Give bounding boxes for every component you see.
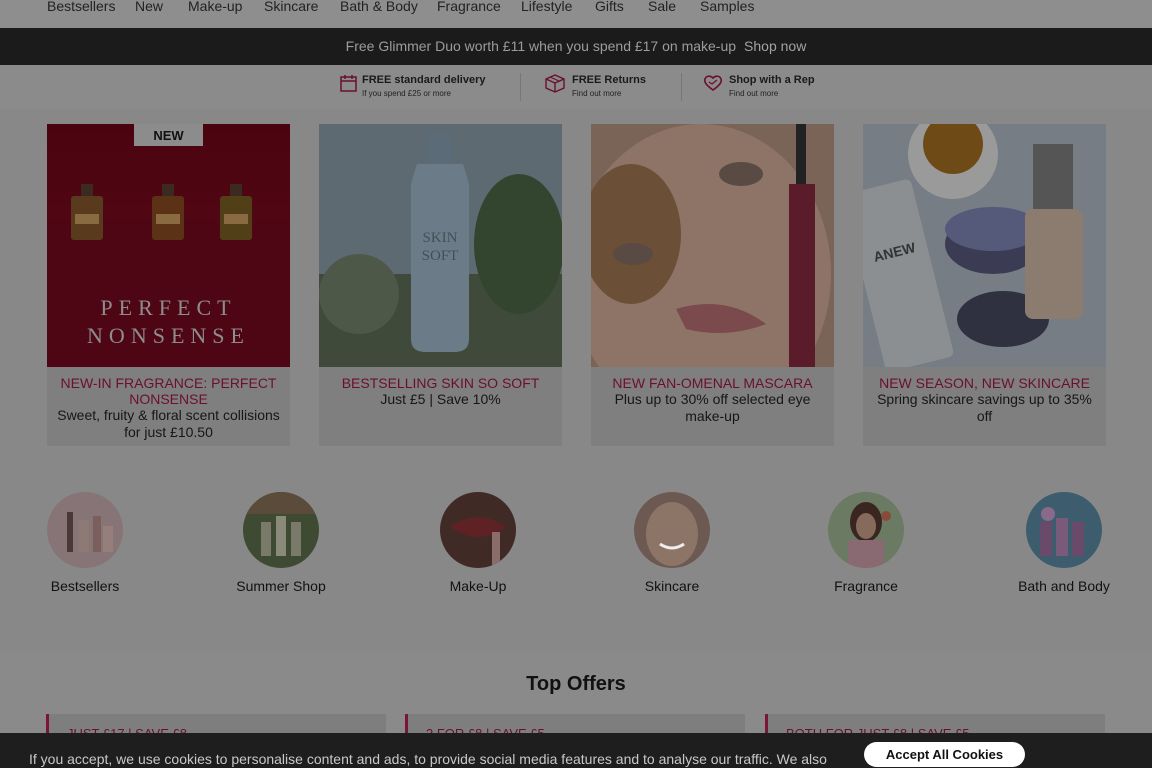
nav-item-lifestyle[interactable]: Lifestyle xyxy=(521,0,572,14)
category-image xyxy=(243,492,319,568)
category-label: Skincare xyxy=(644,578,700,594)
card-subtitle: Spring skincare savings up to 35% off xyxy=(877,391,1092,424)
nav-item-sale[interactable]: Sale xyxy=(648,0,676,14)
category-label: Summer Shop xyxy=(236,578,326,594)
nav-item-bath-body[interactable]: Bath & Body xyxy=(340,0,418,14)
accept-all-cookies-button[interactable]: Accept All Cookies xyxy=(864,742,1025,767)
category-label: Bath and Body xyxy=(1018,578,1110,594)
nav-item-skincare[interactable]: Skincare xyxy=(264,0,318,14)
category-label: Fragrance xyxy=(834,578,898,594)
promo-card-fragrance[interactable]: NEW PERFECT NONSENSE NEW-IN FRAGRANCE: P… xyxy=(47,124,290,446)
category-image xyxy=(440,492,516,568)
category-image xyxy=(1026,492,1102,568)
promo-card-skin-so-soft[interactable]: SKIN SOFT BESTSELLING SKIN SO SOFT Just … xyxy=(319,124,562,446)
usp-bar: FREE standard delivery If you spend £25 … xyxy=(0,65,1152,109)
card-title: BESTSELLING SKIN SO SOFT xyxy=(341,375,540,391)
category-label: Make-Up xyxy=(449,578,507,594)
category-image xyxy=(47,492,123,568)
usp-rep-title: Shop with a Rep xyxy=(729,74,815,86)
calendar-icon xyxy=(340,75,357,92)
card-image-mascara xyxy=(591,124,834,367)
usp-returns-sub: Find out more xyxy=(572,89,622,98)
promo-text: Free Glimmer Duo worth £11 when you spen… xyxy=(345,38,737,54)
card-image-skin-so-soft: SKIN SOFT xyxy=(319,124,562,367)
card-badge-new: NEW xyxy=(153,128,184,143)
nav-item-bestsellers[interactable]: Bestsellers xyxy=(47,0,115,14)
cookie-banner: If you accept, we use cookies to persona… xyxy=(0,733,1152,768)
usp-divider xyxy=(681,73,682,101)
category-label: Bestsellers xyxy=(50,578,120,594)
promo-banner: Free Glimmer Duo worth £11 when you spen… xyxy=(0,28,1152,65)
usp-delivery-sub: If you spend £25 or more xyxy=(362,89,451,98)
box-icon xyxy=(545,74,565,93)
nav-item-new[interactable]: New xyxy=(135,0,163,14)
card-title: NEW SEASON, NEW SKINCARE xyxy=(879,375,1090,391)
card-title: NEW-IN FRAGRANCE: PERFECT NONSENSE xyxy=(60,375,277,407)
top-offers-heading: Top Offers xyxy=(526,673,626,695)
usp-returns-title: FREE Returns xyxy=(572,74,646,86)
nav-item-fragrance[interactable]: Fragrance xyxy=(437,0,501,14)
category-image xyxy=(828,492,904,568)
nav-item-gifts[interactable]: Gifts xyxy=(595,0,624,14)
card-subtitle: Plus up to 30% off selected eye make-up xyxy=(614,391,811,424)
card-image-skincare: ANEW xyxy=(863,124,1106,367)
top-nav: Bestsellers New Make-up Skincare Bath & … xyxy=(0,0,1152,28)
heart-icon xyxy=(703,75,723,91)
card-overlay-text: SKIN SOFT xyxy=(421,230,459,264)
usp-delivery-title: FREE standard delivery xyxy=(362,74,486,86)
card-image-fragrance: NEW PERFECT NONSENSE xyxy=(47,124,290,367)
usp-rep-sub: Find out more xyxy=(729,89,779,98)
promo-card-mascara[interactable]: NEW FAN-OMENAL MASCARA Plus up to 30% of… xyxy=(591,124,834,446)
card-overlay-text: PERFECT NONSENSE xyxy=(87,295,250,348)
usp-divider xyxy=(520,73,521,101)
card-subtitle: Sweet, fruity & floral scent collisions … xyxy=(57,407,280,440)
card-title: NEW FAN-OMENAL MASCARA xyxy=(612,375,813,391)
promo-card-skincare[interactable]: ANEW NEW SEASON, NEW SKINCARE Spring ski… xyxy=(863,124,1106,446)
nav-item-samples[interactable]: Samples xyxy=(700,0,754,14)
card-subtitle: Just £5 | Save 10% xyxy=(380,391,501,407)
nav-item-make-up[interactable]: Make-up xyxy=(188,0,242,14)
cookie-text: If you accept, we use cookies to persona… xyxy=(29,751,827,767)
promo-shop-now-link[interactable]: Shop now xyxy=(744,38,806,54)
category-image xyxy=(634,492,710,568)
